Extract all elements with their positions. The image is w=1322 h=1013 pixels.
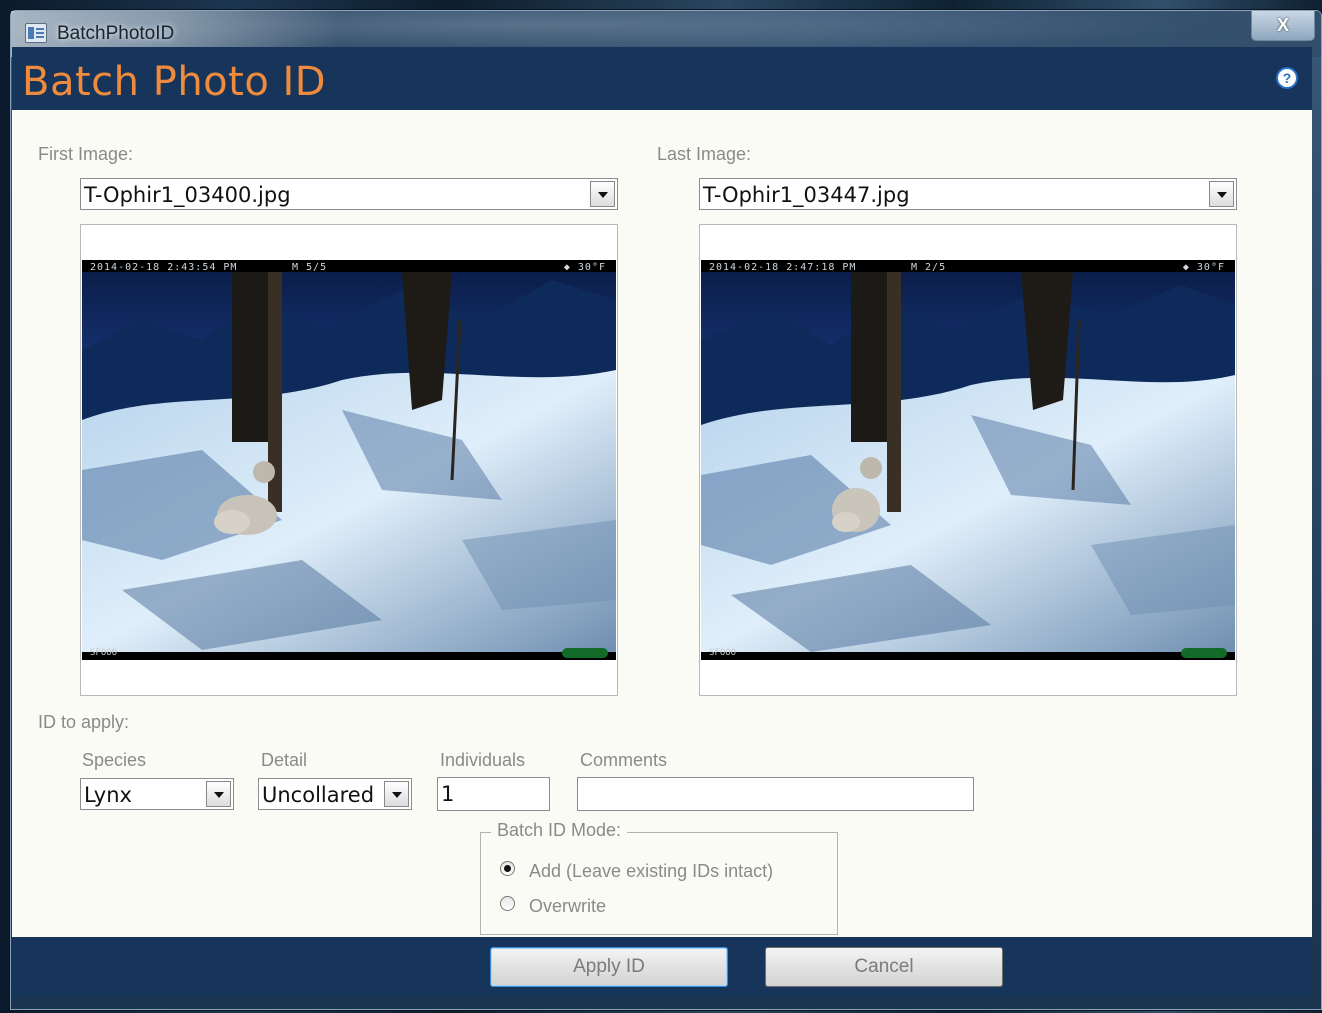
first-photo-timestamp: 2014-02-18 2:43:54 PM [90, 262, 238, 273]
chevron-down-icon[interactable] [1209, 181, 1234, 207]
last-photo-counter: M 2/5 [911, 262, 947, 273]
first-photo-counter: M 5/5 [292, 262, 328, 273]
individuals-label: Individuals [440, 750, 526, 770]
radio-overwrite-label[interactable]: Overwrite [529, 896, 606, 917]
last-photo-temperature: ◆ 30°F [1182, 262, 1225, 273]
species-label: Species [82, 750, 147, 770]
comments-input[interactable] [577, 777, 974, 811]
species-select[interactable]: Lynx [80, 778, 234, 810]
radio-add-label[interactable]: Add (Leave existing IDs intact) [529, 861, 773, 882]
first-image-value: T-Ophir1_03400.jpg [84, 183, 291, 207]
camera-logo-icon [1181, 648, 1227, 658]
last-image-frame: 2014-02-18 2:47:18 PM M 2/5 ◆ 30°F SFOOO [699, 224, 1237, 696]
last-photo-timestamp: 2014-02-18 2:47:18 PM [709, 262, 857, 273]
detail-select[interactable]: Uncollared [258, 778, 412, 810]
window-title: BatchPhotoID [57, 23, 175, 44]
last-image-label: Last Image: [657, 144, 752, 164]
form-icon [25, 23, 47, 43]
help-icon[interactable]: ? [1276, 67, 1298, 89]
close-button[interactable]: X [1251, 11, 1315, 41]
last-photo-scene [701, 260, 1235, 660]
last-image-combo[interactable]: T-Ophir1_03447.jpg [699, 178, 1237, 210]
cancel-button[interactable]: Cancel [765, 947, 1003, 987]
batch-mode-title: Batch ID Mode: [491, 820, 628, 841]
first-photo-scene [82, 260, 616, 660]
apply-id-button[interactable]: Apply ID [490, 947, 728, 987]
form-body: First Image: T-Ophir1_03400.jpg 2014-02-… [12, 110, 1312, 937]
species-value: Lynx [84, 783, 132, 807]
first-photo-footer-id: SFOOO [90, 648, 118, 658]
header-band: Batch Photo ID ? [12, 47, 1312, 110]
chevron-down-icon[interactable] [384, 781, 409, 807]
last-photo-footer-id: SFOOO [709, 648, 737, 658]
individuals-input[interactable]: 1 [437, 777, 550, 811]
radio-overwrite[interactable] [500, 896, 515, 911]
first-image-photo: 2014-02-18 2:43:54 PM M 5/5 ◆ 30°F SFOOO [82, 260, 616, 660]
batch-mode-group: Batch ID Mode: Add (Leave existing IDs i… [480, 820, 838, 935]
chevron-down-icon[interactable] [590, 181, 615, 207]
detail-label: Detail [261, 750, 308, 770]
first-photo-temperature: ◆ 30°F [563, 262, 606, 273]
detail-value: Uncollared [262, 783, 375, 807]
chevron-down-icon[interactable] [206, 781, 231, 807]
last-image-value: T-Ophir1_03447.jpg [703, 183, 910, 207]
id-to-apply-label: ID to apply: [38, 712, 130, 732]
radio-add[interactable] [500, 861, 515, 876]
first-image-frame: 2014-02-18 2:43:54 PM M 5/5 ◆ 30°F SFOOO [80, 224, 618, 696]
comments-label: Comments [580, 750, 668, 770]
page-title: Batch Photo ID [22, 59, 327, 105]
camera-logo-icon [562, 648, 608, 658]
first-image-combo[interactable]: T-Ophir1_03400.jpg [80, 178, 618, 210]
footer-band: Apply ID Cancel [12, 937, 1312, 997]
last-image-photo: 2014-02-18 2:47:18 PM M 2/5 ◆ 30°F SFOOO [701, 260, 1235, 660]
first-image-label: First Image: [38, 144, 134, 164]
